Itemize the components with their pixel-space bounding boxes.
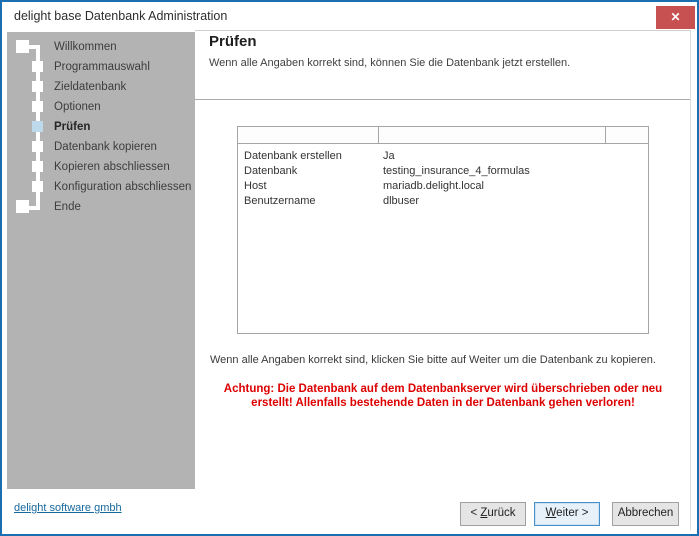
wizard-step: Datenbank kopieren (7, 137, 195, 157)
vendor-link[interactable]: delight software gmbh (14, 502, 122, 514)
back-button-label: < (470, 507, 480, 519)
row-value: dlbuser (383, 194, 419, 209)
summary-table: Datenbank erstellen Ja Datenbank testing_in… (237, 126, 649, 334)
table-row[interactable]: Datenbank testing_insurance_4_formulas (238, 164, 648, 179)
content-right-edge (690, 30, 691, 530)
row-value: mariadb.delight.local (383, 179, 484, 194)
step-label: Zieldatenbank (54, 77, 195, 97)
table-row[interactable]: Datenbank erstellen Ja (238, 149, 648, 164)
cancel-button[interactable]: Abbrechen (612, 502, 679, 526)
step-marker (16, 40, 29, 53)
wizard-step: Prüfen (7, 117, 195, 137)
header-top-divider (195, 30, 690, 31)
close-icon: ✕ (670, 10, 680, 24)
wizard-window: delight base Datenbank Administration ✕ … (0, 0, 699, 536)
table-body: Datenbank erstellen Ja Datenbank testing_in… (238, 144, 648, 209)
back-button-label-rest: urück (487, 507, 515, 519)
column-divider (378, 127, 379, 143)
cancel-button-label: Abbrechen (618, 507, 674, 519)
row-value: Ja (383, 149, 395, 164)
step-marker (32, 101, 43, 112)
wizard-step: Konfiguration abschliessen (7, 177, 195, 197)
step-marker (32, 61, 43, 72)
title-bar: delight base Datenbank Administration (2, 2, 697, 30)
warning-line-1: Achtung: Die Datenbank auf dem Datenbank… (195, 383, 691, 397)
back-button[interactable]: < Zurück (460, 502, 526, 526)
wizard-step-list: WillkommenProgrammauswahlZieldatenbankOp… (7, 37, 195, 217)
warning-text: Achtung: Die Datenbank auf dem Datenbank… (195, 383, 691, 410)
instruction-text: Wenn alle Angaben korrekt sind, klicken … (210, 354, 656, 366)
wizard-step: Zieldatenbank (7, 77, 195, 97)
table-header[interactable] (238, 127, 648, 144)
wizard-sidebar: WillkommenProgrammauswahlZieldatenbankOp… (7, 32, 195, 489)
page-subtitle: Wenn alle Angaben korrekt sind, können S… (209, 57, 570, 69)
step-marker (16, 200, 29, 213)
window-title: delight base Datenbank Administration (14, 2, 227, 30)
row-label: Datenbank (244, 164, 297, 179)
next-button-mnemonic: W (546, 507, 557, 519)
step-marker (32, 141, 43, 152)
next-button[interactable]: Weiter > (534, 502, 600, 526)
step-label: Konfiguration abschliessen (54, 177, 195, 197)
step-label: Willkommen (54, 37, 195, 57)
row-label: Host (244, 179, 267, 194)
wizard-step: Optionen (7, 97, 195, 117)
header-divider (195, 99, 690, 100)
column-divider (605, 127, 606, 143)
step-label: Datenbank kopieren (54, 137, 195, 157)
step-label: Programmauswahl (54, 57, 195, 77)
close-button[interactable]: ✕ (656, 6, 695, 29)
next-button-label-rest: eiter > (556, 507, 588, 519)
step-marker (32, 121, 43, 132)
warning-line-2: erstellt! Allenfalls bestehende Daten in… (195, 397, 691, 411)
step-label: Prüfen (54, 117, 195, 137)
table-row[interactable]: Benutzername dlbuser (238, 194, 648, 209)
step-label: Ende (54, 197, 195, 217)
wizard-step: Willkommen (7, 37, 195, 57)
page-title: Prüfen (209, 33, 257, 50)
wizard-step: Programmauswahl (7, 57, 195, 77)
step-label: Optionen (54, 97, 195, 117)
step-marker (32, 161, 43, 172)
step-marker (32, 181, 43, 192)
row-label: Datenbank erstellen (244, 149, 342, 164)
wizard-step: Ende (7, 197, 195, 217)
step-marker (32, 81, 43, 92)
row-value: testing_insurance_4_formulas (383, 164, 530, 179)
wizard-step: Kopieren abschliessen (7, 157, 195, 177)
step-label: Kopieren abschliessen (54, 157, 195, 177)
table-row[interactable]: Host mariadb.delight.local (238, 179, 648, 194)
row-label: Benutzername (244, 194, 316, 209)
